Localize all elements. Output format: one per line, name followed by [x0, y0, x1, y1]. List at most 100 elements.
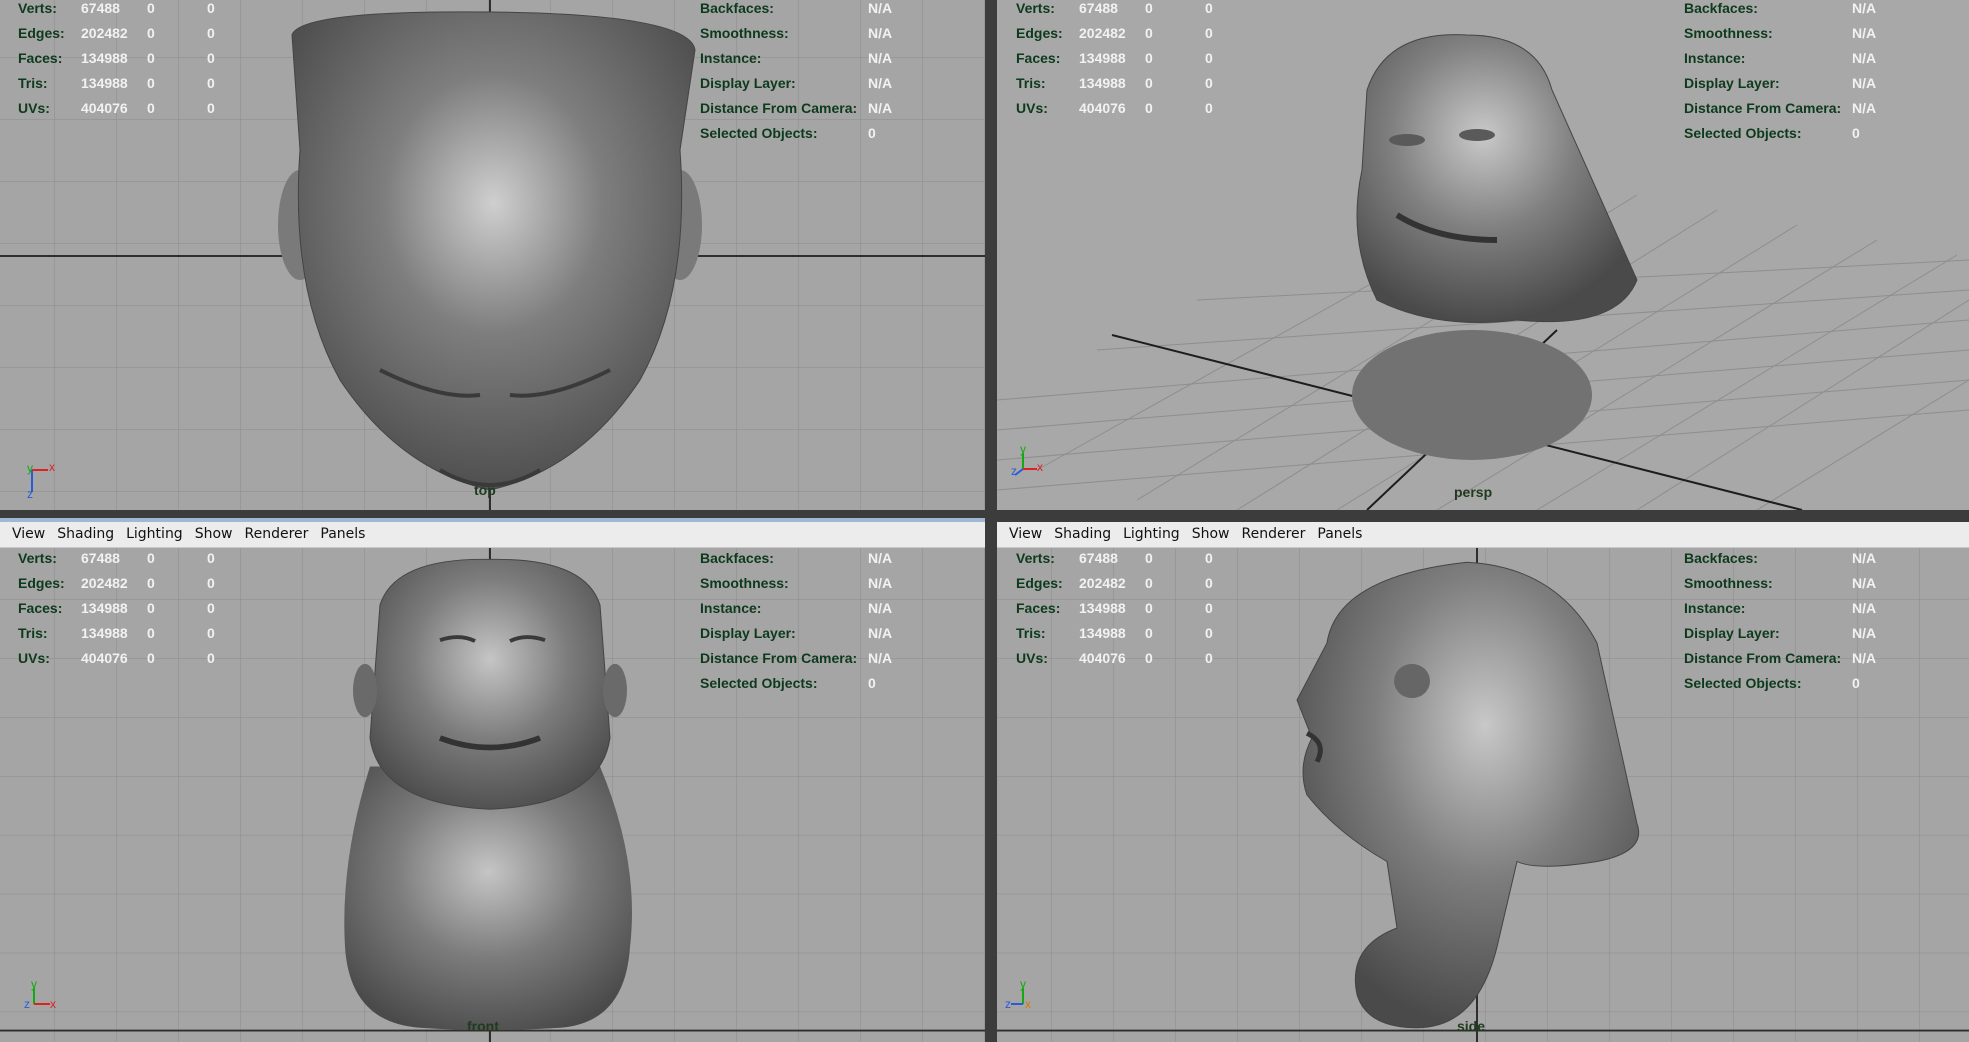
hud-value: 0 [147, 75, 155, 91]
hud-value: 0 [207, 25, 215, 41]
svg-text:y: y [31, 980, 37, 991]
hud-value: 0 [207, 625, 215, 641]
hud-value: 0 [1205, 100, 1213, 116]
hud-label: Display Layer: [700, 625, 796, 641]
hud-value: 0 [1205, 550, 1213, 566]
hud-value: 134988 [1079, 50, 1126, 66]
svg-text:y: y [27, 461, 33, 475]
camera-label-side: side [1457, 1018, 1486, 1034]
hud-row: Verts: 67488 0 0 [18, 546, 215, 571]
hud-label: Instance: [700, 600, 762, 616]
menu-renderer[interactable]: Renderer [238, 522, 314, 547]
hud-value: N/A [868, 50, 893, 66]
menu-panels[interactable]: Panels [314, 522, 371, 547]
hud-row: Instance: N/A [700, 596, 892, 621]
hud-row: Smoothness: N/A [1684, 571, 1876, 596]
hud-label: Display Layer: [1684, 75, 1780, 91]
menu-panels[interactable]: Panels [1311, 522, 1368, 547]
axis-gizmo-front: x zy [22, 977, 62, 1020]
hud-value: 202482 [1079, 25, 1126, 41]
hud-value: 134988 [81, 75, 128, 91]
hud-row: Selected Objects: 0 [1684, 121, 1876, 146]
hud-row: Distance From Camera: N/A [700, 96, 892, 121]
hud-value: 0 [207, 0, 215, 16]
hud-label: Distance From Camera: [700, 650, 858, 666]
hud-value: 0 [147, 25, 155, 41]
camera-label-persp: persp [1454, 484, 1493, 500]
hud-row: Distance From Camera: N/A [1684, 646, 1876, 671]
hud-value: 404076 [81, 650, 128, 666]
hud-row: Tris: 134988 0 0 [18, 621, 215, 646]
hud-value: 0 [868, 675, 876, 691]
hud-value: 0 [147, 575, 155, 591]
hud-row: Edges: 202482 0 0 [1016, 21, 1213, 46]
svg-text:x: x [1037, 460, 1043, 474]
hud-row: Backfaces: N/A [1684, 0, 1876, 21]
axis-gizmo-persp: x zy [1011, 442, 1051, 485]
hud-row: Faces: 134988 0 0 [1016, 46, 1213, 71]
hud-row: Distance From Camera: N/A [700, 646, 892, 671]
hud-label: Tris: [18, 625, 48, 641]
hud-value: 0 [1205, 50, 1213, 66]
hud-value: 67488 [1079, 550, 1118, 566]
figure-body-shape [1352, 330, 1592, 460]
hud-poly-count-side: Verts: 67488 0 0 Edges: 202482 0 0 Faces: 13498… [1016, 546, 1213, 671]
hud-row: Faces: 134988 0 0 [18, 596, 215, 621]
menu-show[interactable]: Show [189, 522, 239, 547]
menu-show[interactable]: Show [1186, 522, 1236, 547]
figure-head-front-shape [369, 558, 611, 810]
menu-lighting[interactable]: Lighting [1117, 522, 1186, 547]
hud-value: N/A [1852, 650, 1877, 666]
hud-label: Distance From Camera: [1684, 100, 1842, 116]
hud-label: Smoothness: [1684, 575, 1773, 591]
hud-label: Backfaces: [1684, 0, 1758, 16]
menu-shading[interactable]: Shading [1048, 522, 1117, 547]
hud-value: N/A [868, 100, 893, 116]
hud-row: Smoothness: N/A [700, 571, 892, 596]
hud-row: Edges: 202482 0 0 [18, 571, 215, 596]
hud-value: 0 [1852, 675, 1860, 691]
hud-label: Smoothness: [1684, 25, 1773, 41]
menu-shading[interactable]: Shading [51, 522, 120, 547]
hud-value: 0 [147, 625, 155, 641]
hud-value: 67488 [81, 0, 120, 16]
hud-value: 0 [147, 100, 155, 116]
hud-value: 0 [1205, 75, 1213, 91]
camera-label-top: top [474, 482, 496, 498]
hud-value: 134988 [81, 600, 128, 616]
hud-label: Selected Objects: [700, 675, 818, 691]
hud-value: 0 [147, 550, 155, 566]
hud-value: 0 [207, 50, 215, 66]
hud-value: 0 [1145, 0, 1153, 16]
hud-object-info-persp: Backfaces: N/A Smoothness: N/A Instance: N/… [1684, 0, 1876, 146]
menu-view[interactable]: View [1003, 522, 1048, 547]
hud-value: 0 [207, 75, 215, 91]
hud-row: UVs: 404076 0 0 [18, 646, 215, 671]
hud-row: UVs: 404076 0 0 [1016, 646, 1213, 671]
hud-object-info-front: Backfaces: N/A Smoothness: N/A Instance: N/… [700, 546, 892, 696]
menu-renderer[interactable]: Renderer [1235, 522, 1311, 547]
hud-value: 0 [207, 650, 215, 666]
hud-value: 0 [147, 50, 155, 66]
hud-row: Tris: 134988 0 0 [1016, 621, 1213, 646]
hud-row: Backfaces: N/A [700, 0, 892, 21]
hud-row: Backfaces: N/A [1684, 546, 1876, 571]
hud-value: 0 [1205, 575, 1213, 591]
hud-row: Edges: 202482 0 0 [1016, 571, 1213, 596]
hud-value: 0 [207, 600, 215, 616]
hud-value: N/A [868, 600, 893, 616]
hud-row-edges: Edges: 202482 0 0 [18, 21, 215, 46]
hud-label: Display Layer: [700, 75, 796, 91]
svg-text:z: z [1011, 464, 1017, 478]
hud-row: Display Layer: N/A [700, 71, 892, 96]
hud-value: N/A [1852, 75, 1877, 91]
hud-value: 0 [1145, 75, 1153, 91]
hud-label: Verts: [1016, 550, 1055, 566]
hud-row: Instance: N/A [700, 46, 892, 71]
menu-lighting[interactable]: Lighting [120, 522, 189, 547]
hud-value: 134988 [81, 50, 128, 66]
hud-value: N/A [1852, 550, 1877, 566]
hud-row: Instance: N/A [1684, 596, 1876, 621]
hud-row: Display Layer: N/A [1684, 621, 1876, 646]
menu-view[interactable]: View [6, 522, 51, 547]
